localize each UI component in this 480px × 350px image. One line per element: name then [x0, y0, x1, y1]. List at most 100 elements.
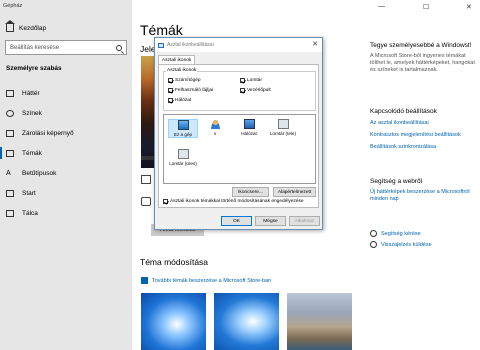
- group-label: Asztali ikonok: [166, 68, 198, 73]
- lock-screen-icon: [6, 129, 14, 137]
- icon-label: x: [213, 131, 217, 136]
- maximize-button[interactable]: ☐: [423, 3, 429, 11]
- get-help-link[interactable]: Segítség kérése: [370, 230, 478, 237]
- related-title: Kapcsolódó beállítások: [370, 108, 437, 115]
- icon-recycle-bin-full[interactable]: Lomtár (tele): [268, 119, 298, 136]
- checkbox-box: [168, 88, 173, 93]
- dialog-icon: [158, 42, 164, 48]
- apply-button[interactable]: Alkalmaz: [289, 216, 320, 226]
- related-settings: Kapcsolódó beállítások Az asztal ikonbeá…: [370, 108, 478, 151]
- help-icon: [370, 230, 377, 237]
- home-link[interactable]: Kezdőlap: [5, 20, 47, 32]
- theme-thumbnail[interactable]: [141, 293, 206, 350]
- feedback-icon: [370, 241, 377, 248]
- home-label: Kezdőlap: [19, 24, 47, 32]
- sidebar-item-colors[interactable]: Színek: [0, 103, 132, 123]
- font-icon: A: [6, 169, 11, 177]
- dialog-close-button[interactable]: ✕: [312, 40, 318, 48]
- network-icon: [243, 119, 255, 129]
- close-button[interactable]: ✕: [466, 3, 472, 11]
- sidebar-item-themes[interactable]: Témák: [0, 143, 132, 163]
- icon-list: Ez a gép x Hálózat Lomtár (tele) Lomtár …: [163, 114, 316, 184]
- checkbox-label: Asztali ikonok témákkal történő módosítá…: [170, 199, 304, 204]
- web-help-section: Segítség a webről Új háttérképek beszerz…: [370, 178, 478, 203]
- search-icon: [116, 44, 122, 51]
- icon-this-pc[interactable]: Ez a gép: [168, 119, 198, 138]
- checkbox-box: [168, 98, 173, 103]
- desktop-icon-settings-link[interactable]: Az asztal ikonbeállításai: [370, 120, 478, 127]
- store-icon: [141, 277, 148, 284]
- default-button[interactable]: Alapértelmezett: [273, 187, 316, 197]
- sidebar-item-start[interactable]: Start: [0, 183, 132, 203]
- checkbox-label: Lomtár: [247, 78, 262, 83]
- theme-thumbnail[interactable]: [214, 293, 279, 350]
- icon-label: Ez a gép: [173, 132, 193, 137]
- search-placeholder: Beállítás keresése: [10, 44, 60, 51]
- checkbox-allow-themes[interactable]: Asztali ikonok témákkal történő módosítá…: [163, 199, 304, 204]
- promo-title: Tegye személyesebbé a Windowst!: [370, 42, 472, 49]
- feedback-link[interactable]: Visszajelzés küldése: [370, 241, 478, 248]
- palette-icon: [6, 109, 14, 117]
- sidebar-item-label: Témák: [22, 149, 42, 157]
- dialog-title: Asztal ikonbeállításai: [167, 42, 214, 48]
- cancel-button[interactable]: Mégse: [255, 216, 286, 226]
- home-icon: [5, 20, 15, 32]
- checkbox-label: Számítógép: [175, 78, 201, 83]
- sidebar-item-background[interactable]: Háttér: [0, 83, 132, 103]
- minimize-button[interactable]: —: [378, 3, 385, 10]
- desktop-icons-group: Asztali ikonok Számítógép Lomtár Felhasz…: [163, 68, 316, 111]
- checkbox-label: Vezérlőpult: [247, 88, 271, 93]
- sound-icon[interactable]: [141, 197, 151, 206]
- help-links: Segítség kérése Visszajelzés küldése: [370, 230, 478, 248]
- contrast-settings-link[interactable]: Kontrasztos megjelenítési beállítások: [370, 132, 478, 139]
- icon-label: Hálózat: [241, 131, 257, 136]
- sidebar-item-lock-screen[interactable]: Zárolási képernyő: [0, 123, 132, 143]
- get-help-label: Segítség kérése: [381, 230, 421, 237]
- start-icon: [6, 189, 14, 197]
- checkbox-box: [240, 88, 245, 93]
- window-title: Gépház: [3, 3, 23, 9]
- checkbox-box: [168, 78, 173, 83]
- sidebar: Gépház Kezdőlap Beállítás keresése Szemé…: [0, 0, 132, 350]
- checkbox-label: Hálózat: [175, 98, 192, 103]
- icon-recycle-bin-empty[interactable]: Lomtár (üres): [168, 149, 198, 166]
- recycle-bin-full-icon: [277, 119, 289, 129]
- checkbox-user-files[interactable]: Felhasználó fájljai: [168, 88, 213, 93]
- modify-theme-heading: Téma módosítása: [140, 257, 209, 267]
- sidebar-item-label: Zárolási képernyő: [22, 129, 74, 137]
- taskbar-icon: [6, 209, 14, 217]
- sidebar-item-label: Start: [22, 189, 36, 197]
- dialog-panel: Asztali ikonok Számítógép Lomtár Felhasz…: [158, 64, 319, 208]
- help-title: Segítség a webről: [370, 178, 423, 185]
- ok-button[interactable]: OK: [221, 216, 252, 226]
- change-icon-button[interactable]: Ikoncsere...: [232, 187, 269, 197]
- dialog-titlebar[interactable]: Asztal ikonbeállításai: [155, 38, 322, 52]
- sync-settings-link[interactable]: Beállítások szinkronizálása: [370, 144, 478, 151]
- store-link-label: További témák beszerzése a Microsoft Sto…: [152, 277, 272, 284]
- recycle-bin-empty-icon: [177, 149, 189, 159]
- sidebar-item-label: Betűtípusok: [22, 169, 57, 177]
- sidebar-item-fonts[interactable]: A Betűtípusok: [0, 163, 132, 183]
- icon-label: Lomtár (tele): [269, 131, 297, 136]
- promo-section: Tegye személyesebbé a Windowst! A Micros…: [370, 42, 478, 74]
- icon-network[interactable]: Hálózat: [234, 119, 264, 136]
- icon-label: Lomtár (üres): [169, 161, 197, 166]
- sidebar-item-label: Tálca: [22, 209, 38, 217]
- desktop-icon-settings-dialog: Asztal ikonbeállításai ✕ Asztali ikonok …: [154, 37, 323, 230]
- checkbox-label: Felhasználó fájljai: [175, 88, 214, 93]
- checkbox-recycle-bin[interactable]: Lomtár: [240, 78, 262, 83]
- wallpaper-link[interactable]: Új háttérképek beszerzése a Microsoftról…: [370, 189, 478, 203]
- promo-text: A Microsoft Store-ból ingyenes témákat t…: [370, 53, 475, 73]
- page-title: Témák: [140, 22, 183, 38]
- background-icon[interactable]: [141, 175, 151, 184]
- checkbox-control-panel[interactable]: Vezérlőpult: [240, 88, 271, 93]
- store-link[interactable]: További témák beszerzése a Microsoft Sto…: [141, 277, 271, 284]
- picture-icon: [6, 89, 14, 97]
- icon-user-files[interactable]: x: [200, 119, 230, 136]
- checkbox-computer[interactable]: Számítógép: [168, 78, 201, 83]
- search-input[interactable]: Beállítás keresése: [5, 40, 127, 55]
- section-heading: Személyre szabás: [6, 65, 62, 72]
- theme-thumbnail[interactable]: [287, 293, 352, 350]
- sidebar-item-taskbar[interactable]: Tálca: [0, 203, 132, 223]
- checkbox-network[interactable]: Hálózat: [168, 98, 191, 103]
